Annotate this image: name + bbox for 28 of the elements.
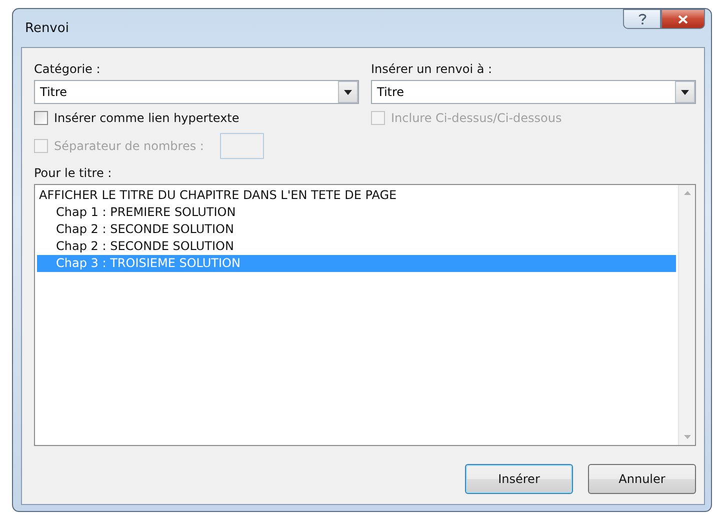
insert-button[interactable]: Insérer	[465, 464, 573, 494]
close-icon	[678, 14, 688, 24]
cancel-button[interactable]: Annuler	[588, 464, 696, 494]
heading-list[interactable]: AFFICHER LE TITRE DU CHAPITRE DANS L'EN TETE DE PAGE Chap 1 : PREMIERE SOLUTION Chap 2 : SECONDE SOLUTION Chap 2 : SECONDE SOLUTION Chap 3 : TROISIEME SOLUTION	[34, 184, 696, 446]
checkbox-label: Insérer comme lien hypertexte	[54, 111, 240, 125]
list-label: Pour le titre :	[34, 166, 113, 180]
scrollbar[interactable]	[678, 185, 695, 445]
checkbox[interactable]	[34, 111, 48, 125]
dropdown-button[interactable]	[675, 81, 695, 103]
dropdown-button[interactable]	[338, 81, 358, 103]
category-dropdown[interactable]: Titre	[34, 80, 359, 104]
window-title: Renvoi	[24, 20, 69, 36]
reference-dropdown[interactable]: Titre	[371, 80, 696, 104]
category-label: Catégorie :	[34, 62, 102, 76]
checkbox-label: Inclure Ci-dessus/Ci-dessous	[391, 111, 562, 125]
list-item[interactable]: Chap 2 : SECONDE SOLUTION	[37, 238, 676, 255]
dropdown-arrow-icon	[681, 90, 689, 94]
dropdown-arrow-icon	[344, 90, 352, 94]
reference-label: Insérer un renvoi à :	[371, 62, 494, 76]
list-item[interactable]: Chap 1 : PREMIERE SOLUTION	[37, 204, 676, 221]
scroll-down-icon	[684, 435, 690, 439]
help-icon	[638, 13, 646, 25]
list-item[interactable]: Chap 2 : SECONDE SOLUTION	[37, 221, 676, 238]
list-item[interactable]: AFFICHER LE TITRE DU CHAPITRE DANS L'EN TETE DE PAGE	[37, 187, 676, 204]
checkbox-label: Séparateur de nombres :	[54, 139, 204, 153]
help-button[interactable]	[623, 9, 661, 29]
scroll-up-icon	[684, 191, 690, 195]
close-button[interactable]	[661, 9, 705, 29]
